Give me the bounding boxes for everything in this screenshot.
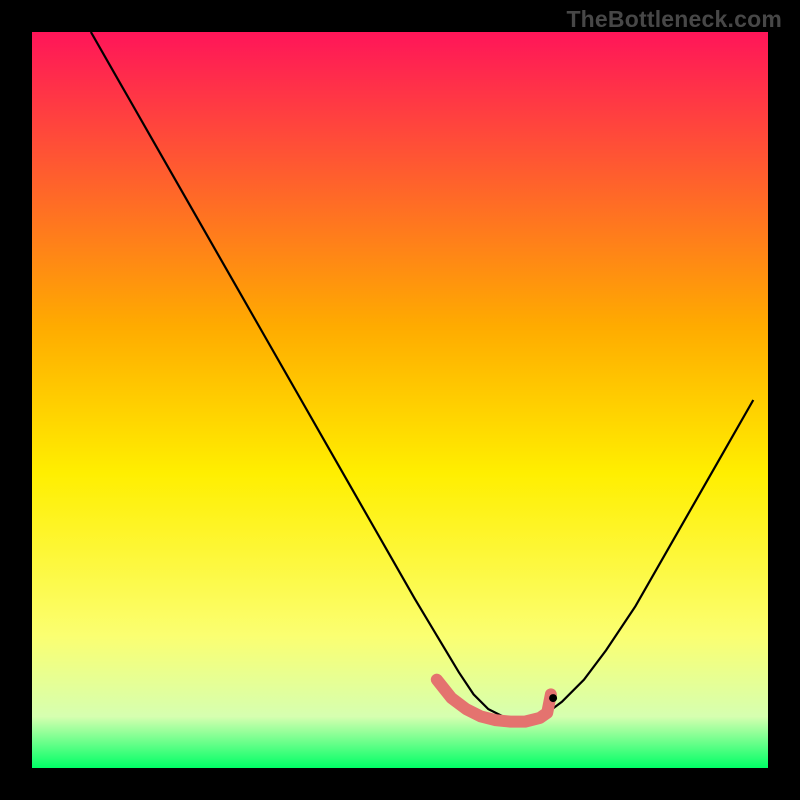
chart-svg <box>32 32 768 768</box>
chart-plot-area <box>32 32 768 768</box>
chart-background <box>32 32 768 768</box>
watermark-text: TheBottleneck.com <box>566 6 782 33</box>
optimal-point-marker <box>549 694 557 702</box>
